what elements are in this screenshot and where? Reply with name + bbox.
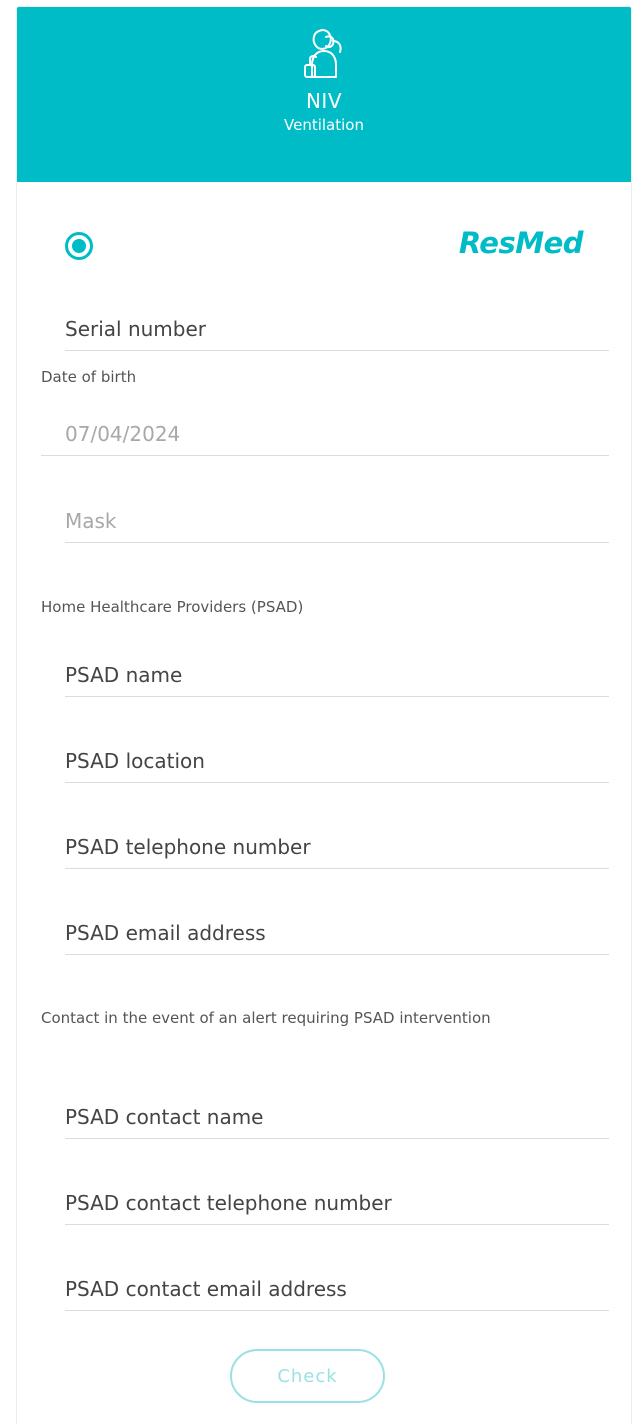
psad-email-input[interactable] <box>65 911 609 954</box>
psad-email-field <box>65 911 609 955</box>
psad-contact-name-field <box>65 1095 609 1139</box>
date-of-birth-input[interactable] <box>41 412 609 455</box>
psad-telephone-input[interactable] <box>65 825 609 868</box>
form-card: NIV Ventilation ResMed Date of birth Hom… <box>16 6 632 1424</box>
brand-option-row: ResMed <box>17 222 631 262</box>
psad-location-input[interactable] <box>65 739 609 782</box>
psad-section-label: Home Healthcare Providers (PSAD) <box>41 598 304 616</box>
psad-contact-telephone-input[interactable] <box>65 1181 609 1224</box>
psad-location-field <box>65 739 609 783</box>
psad-name-field <box>65 653 609 697</box>
contact-section-label: Contact in the event of an alert requiri… <box>41 1009 491 1027</box>
psad-contact-email-field <box>65 1267 609 1311</box>
psad-telephone-field <box>65 825 609 869</box>
psad-name-input[interactable] <box>65 653 609 696</box>
date-of-birth-label: Date of birth <box>41 368 137 386</box>
serial-number-input[interactable] <box>65 307 609 350</box>
brand-radio-button[interactable] <box>65 232 93 260</box>
psad-contact-name-input[interactable] <box>65 1095 609 1138</box>
header-subtitle: Ventilation <box>284 116 364 134</box>
header-title: NIV <box>305 89 343 113</box>
resmed-logo: ResMed <box>458 226 584 260</box>
check-button[interactable]: Check <box>230 1349 385 1403</box>
mask-field <box>65 499 609 543</box>
psad-contact-telephone-field <box>65 1181 609 1225</box>
person-ventilation-icon <box>304 29 342 78</box>
date-of-birth-field <box>41 412 609 456</box>
header-banner: NIV Ventilation <box>17 7 631 182</box>
mask-input[interactable] <box>65 499 609 542</box>
psad-contact-email-input[interactable] <box>65 1267 609 1310</box>
serial-number-field <box>65 307 609 351</box>
